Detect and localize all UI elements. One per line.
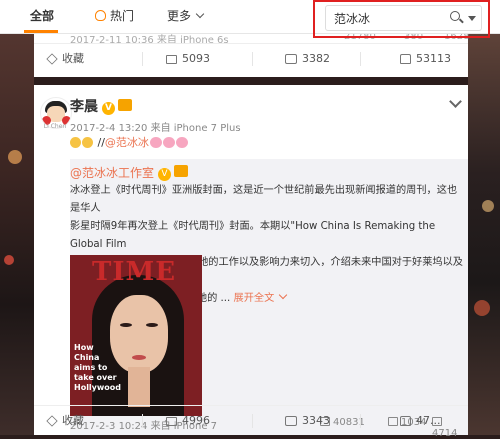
like-count: 47... <box>416 414 441 427</box>
background-right <box>468 0 500 435</box>
divider <box>142 414 143 428</box>
favorite-label: 收藏 <box>62 414 84 427</box>
fire-icon <box>95 10 106 21</box>
bokeh-light <box>482 200 494 212</box>
bokeh-light <box>474 300 490 316</box>
tab-all[interactable]: 全部 <box>30 0 54 32</box>
chevron-down-icon <box>195 9 205 19</box>
comment-icon <box>285 54 297 64</box>
cover-lips <box>132 355 146 360</box>
cover-neck <box>128 367 150 407</box>
reposted-content[interactable]: @范冰冰工作室 V 冰冰登上《时代周刊》亚洲版封面，这是近一个世纪前最先出现新闻报… <box>70 159 468 439</box>
expand-full-text-link[interactable]: 展开全文 <box>234 293 275 304</box>
comment-count: 3343 <box>302 414 330 427</box>
emoji-icon <box>70 137 81 148</box>
repost-author[interactable]: @范冰冰工作室 V <box>70 164 189 181</box>
member-crown-icon <box>118 99 132 111</box>
post-card: 2017-2-11 10:36 来自 iPhone 6s 21780 380 1… <box>34 31 469 77</box>
verified-icon: V <box>158 168 172 181</box>
comment-count: 3382 <box>302 52 330 65</box>
comment-button[interactable]: 3343 <box>285 406 330 436</box>
favorite-button[interactable]: 收藏 <box>46 406 84 436</box>
action-bar: 收藏 5093 3382 53113 <box>34 43 468 74</box>
verified-icon: V <box>102 102 115 115</box>
share-button[interactable]: 5093 <box>166 44 210 74</box>
background-left <box>0 0 34 435</box>
author-name-text: 李晨 <box>70 99 98 115</box>
share-count: 5093 <box>182 52 210 65</box>
time-magazine-cover-image[interactable]: TIME How China aims to take over Hollywo… <box>70 255 202 416</box>
pig-emoji-icon <box>149 137 162 148</box>
action-bar: 收藏 4996 3343 47... <box>34 405 468 436</box>
emoji-icon <box>82 137 93 148</box>
repost-author-text: @范冰冰工作室 <box>70 166 155 180</box>
thumbs-up-icon <box>400 416 411 426</box>
favorite-button[interactable]: 收藏 <box>46 44 84 74</box>
like-count: 53113 <box>416 52 451 65</box>
divider <box>360 52 361 66</box>
cover-masthead: TIME <box>92 257 177 287</box>
share-icon <box>166 55 177 64</box>
divider <box>252 414 253 428</box>
post-meta: 2017-2-4 13:20 来自 iPhone 7 Plus <box>70 123 241 134</box>
share-icon <box>166 417 177 426</box>
comment-icon <box>285 416 297 426</box>
divider <box>360 414 361 428</box>
bokeh-light <box>8 150 22 164</box>
active-tab-indicator <box>24 30 58 33</box>
search-highlight-box <box>313 0 490 38</box>
cover-eye <box>120 323 132 327</box>
star-icon <box>46 415 58 427</box>
post-text: //@范冰冰 <box>70 134 188 150</box>
chevron-down-icon <box>279 290 288 300</box>
pig-emoji-icon <box>162 137 175 148</box>
author-name[interactable]: 李晨 V <box>70 96 132 116</box>
like-button[interactable]: 53113 <box>400 44 451 74</box>
chevron-down-icon[interactable] <box>449 95 462 108</box>
thumbs-up-icon <box>400 54 411 64</box>
share-count: 4996 <box>182 414 210 427</box>
like-button[interactable]: 47... <box>400 406 441 436</box>
member-crown-icon <box>174 165 189 177</box>
cover-caption: How China aims to take over Hollywood <box>74 343 121 392</box>
pig-emoji-icon <box>175 137 188 148</box>
cover-eye <box>146 323 158 327</box>
tab-more-label: 更多 <box>167 9 192 23</box>
bokeh-light <box>4 255 14 265</box>
tab-more[interactable]: 更多 <box>167 0 205 32</box>
favorite-label: 收藏 <box>62 52 84 65</box>
comment-button[interactable]: 3382 <box>285 44 330 74</box>
divider <box>252 52 253 66</box>
mention-link[interactable]: @范冰冰 <box>105 136 149 149</box>
divider <box>142 52 143 66</box>
tab-hot[interactable]: 热门 <box>95 0 134 32</box>
post-card: Li Chen 李晨 V 2017-2-4 13:20 来自 iPhone 7 P… <box>34 85 468 439</box>
avatar-caption: Li Chen <box>43 123 67 130</box>
star-icon <box>46 53 58 65</box>
share-button[interactable]: 4996 <box>166 406 210 436</box>
repost-marker: // <box>97 136 105 149</box>
tab-hot-label: 热门 <box>110 9 135 23</box>
